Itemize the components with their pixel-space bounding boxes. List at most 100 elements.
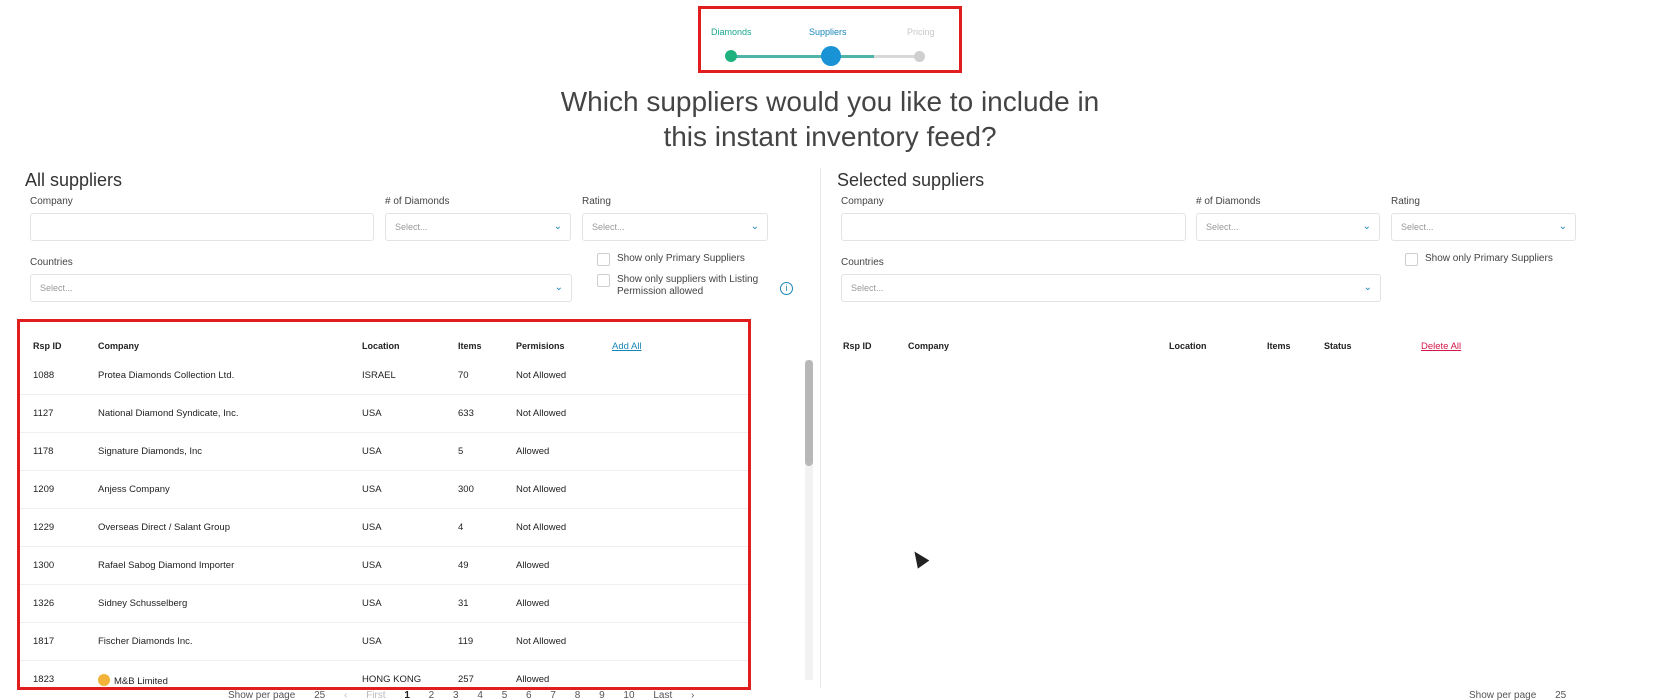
table-row[interactable]: 1209 Anjess Company USA 300 Not Allowed: [20, 471, 748, 509]
cell-items: 4: [458, 522, 464, 533]
cell-permission: Not Allowed: [516, 636, 567, 647]
chevron-down-icon: ⌄: [553, 221, 562, 232]
sel-col-status[interactable]: Status: [1324, 341, 1352, 351]
table-row[interactable]: 1326 Sidney Schusselberg USA 31 Allowed: [20, 585, 748, 623]
sel-col-items[interactable]: Items: [1267, 341, 1291, 351]
cell-id: 1209: [33, 484, 55, 495]
delete-all-link[interactable]: Delete All: [1421, 341, 1461, 352]
supplier-badge-icon: [98, 674, 110, 686]
table-scrollbar-thumb[interactable]: [805, 360, 813, 466]
cell-id: 1326: [33, 598, 55, 609]
cell-company: National Diamond Syndicate, Inc.: [98, 408, 239, 419]
sel-company-input[interactable]: [841, 213, 1186, 241]
page-3-button[interactable]: 3: [453, 690, 459, 700]
all-listing-permission-checkbox[interactable]: Show only suppliers with Listing Permiss…: [597, 274, 767, 298]
next-page-button[interactable]: ›: [691, 690, 694, 700]
sel-col-rsp-id[interactable]: Rsp ID: [843, 341, 872, 351]
page-7-button[interactable]: 7: [550, 690, 556, 700]
table-row[interactable]: 1088 Protea Diamonds Collection Ltd. ISR…: [20, 357, 748, 395]
per-page-select[interactable]: 25: [1555, 690, 1566, 700]
page-question: Which suppliers would you like to includ…: [460, 84, 1200, 154]
table-row[interactable]: 1300 Rafael Sabog Diamond Importer USA 4…: [20, 547, 748, 585]
sel-diamonds-select[interactable]: Select... ⌄: [1196, 213, 1380, 241]
cell-company-text: M&B Limited: [114, 676, 168, 687]
cell-items: 31: [458, 598, 469, 609]
page-9-button[interactable]: 9: [599, 690, 605, 700]
checkbox-label: Show only Primary Suppliers: [617, 253, 745, 264]
col-items[interactable]: Items: [458, 341, 482, 351]
table-row[interactable]: 1817 Fischer Diamonds Inc. USA 119 Not A…: [20, 623, 748, 661]
page-5-button[interactable]: 5: [502, 690, 508, 700]
page-8-button[interactable]: 8: [575, 690, 581, 700]
table-row[interactable]: 1127 National Diamond Syndicate, Inc. US…: [20, 395, 748, 433]
per-page-select[interactable]: 25: [314, 690, 325, 700]
page-6-button[interactable]: 6: [526, 690, 532, 700]
cell-permission: Allowed: [516, 560, 550, 571]
all-countries-placeholder: Select...: [40, 283, 73, 293]
all-diamonds-select[interactable]: Select... ⌄: [385, 213, 571, 241]
all-suppliers-title: All suppliers: [25, 170, 123, 190]
checkbox-box[interactable]: [597, 274, 610, 287]
cell-items: 300: [458, 484, 474, 495]
step-diamonds-dot[interactable]: [725, 50, 737, 62]
page-4-button[interactable]: 4: [477, 690, 483, 700]
all-rating-placeholder: Select...: [592, 222, 625, 232]
step-pricing-label[interactable]: Pricing: [907, 27, 935, 37]
col-location[interactable]: Location: [362, 341, 400, 351]
cell-permission: Allowed: [516, 598, 550, 609]
cell-company: Protea Diamonds Collection Ltd.: [98, 370, 235, 381]
cell-id: 1823: [33, 674, 55, 685]
sel-col-company[interactable]: Company: [908, 341, 949, 351]
table-row[interactable]: 1229 Overseas Direct / Salant Group USA …: [20, 509, 748, 547]
step-suppliers-label[interactable]: Suppliers: [809, 27, 847, 37]
checkbox-label: Show only Primary Suppliers: [1425, 253, 1553, 264]
cell-id: 1127: [33, 408, 54, 419]
checkbox-box[interactable]: [1405, 253, 1418, 266]
sel-countries-select[interactable]: Select... ⌄: [841, 274, 1381, 302]
all-company-input[interactable]: [30, 213, 374, 241]
all-countries-select[interactable]: Select... ⌄: [30, 274, 572, 302]
step-suppliers-dot[interactable]: [821, 46, 841, 66]
chevron-down-icon: ⌄: [750, 221, 759, 232]
panel-divider: [820, 168, 821, 688]
question-line-2: this instant inventory feed?: [663, 121, 997, 152]
page-1-button[interactable]: 1: [404, 690, 410, 700]
prev-page-button[interactable]: ‹: [344, 690, 347, 700]
last-page-button[interactable]: Last: [653, 690, 672, 700]
sel-primary-only-checkbox[interactable]: Show only Primary Suppliers: [1405, 253, 1575, 266]
cell-location: USA: [362, 522, 382, 533]
col-rsp-id[interactable]: Rsp ID: [33, 341, 62, 351]
sel-rating-label: Rating: [1391, 196, 1420, 207]
cell-location: USA: [362, 598, 382, 609]
sel-rating-select[interactable]: Select... ⌄: [1391, 213, 1576, 241]
page-2-button[interactable]: 2: [429, 690, 435, 700]
table-row[interactable]: 1823 M&B Limited HONG KONG 257 Allowed: [20, 661, 748, 687]
table-row[interactable]: 1178 Signature Diamonds, Inc USA 5 Allow…: [20, 433, 748, 471]
all-primary-only-checkbox[interactable]: Show only Primary Suppliers: [597, 253, 767, 266]
add-all-link[interactable]: Add All: [612, 341, 642, 352]
info-icon[interactable]: i: [780, 282, 793, 295]
sel-rating-placeholder: Select...: [1401, 222, 1434, 232]
stepper-progress-track: [731, 55, 874, 58]
step-diamonds-label[interactable]: Diamonds: [711, 27, 752, 37]
chevron-down-icon: ⌄: [1362, 221, 1371, 232]
cell-items: 633: [458, 408, 474, 419]
cell-company: Rafael Sabog Diamond Importer: [98, 560, 235, 571]
page-10-button[interactable]: 10: [623, 690, 634, 700]
question-line-1: Which suppliers would you like to includ…: [560, 86, 1100, 117]
cell-company: Overseas Direct / Salant Group: [98, 522, 230, 533]
col-permissions[interactable]: Permisions: [516, 341, 565, 351]
sel-col-location[interactable]: Location: [1169, 341, 1207, 351]
col-company[interactable]: Company: [98, 341, 139, 351]
all-diamonds-label: # of Diamonds: [385, 196, 450, 207]
cell-location: ISRAEL: [362, 370, 396, 381]
cell-location: USA: [362, 636, 382, 647]
cell-permission: Not Allowed: [516, 522, 567, 533]
progress-stepper: Diamonds Suppliers Pricing: [698, 6, 962, 73]
cell-permission: Not Allowed: [516, 408, 567, 419]
all-rating-select[interactable]: Select... ⌄: [582, 213, 768, 241]
checkbox-box[interactable]: [597, 253, 610, 266]
first-page-button[interactable]: First: [366, 690, 385, 700]
step-pricing-dot[interactable]: [914, 51, 925, 62]
cell-permission: Allowed: [516, 446, 550, 457]
